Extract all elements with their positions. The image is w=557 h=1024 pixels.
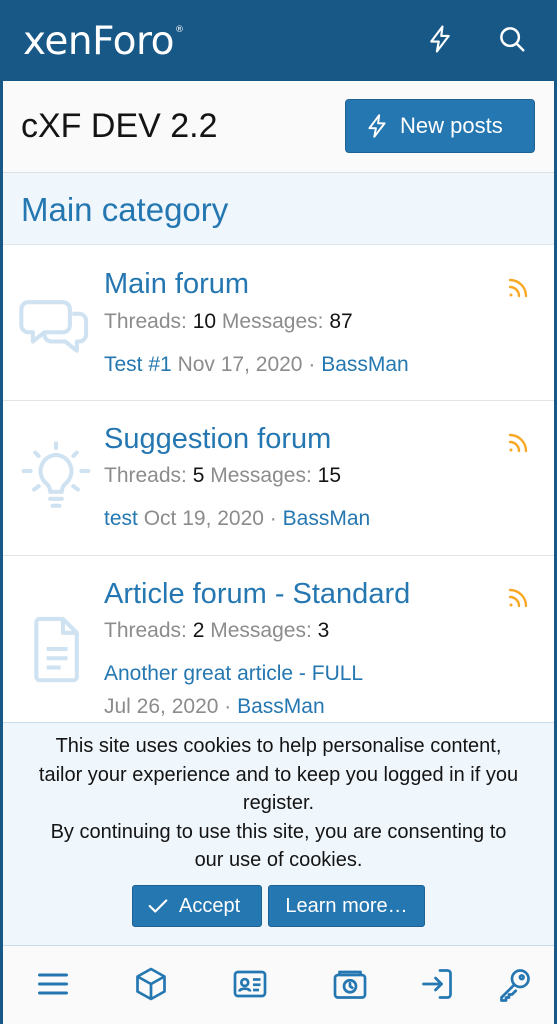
rss-icon[interactable] <box>506 276 530 300</box>
site-header: xenForo® <box>3 0 554 81</box>
forum-latest-meta: Jul 26, 2020 · BassMan <box>104 695 325 718</box>
cookie-text-line: tailor your experience and to keep you l… <box>38 763 519 786</box>
forum-title[interactable]: Article forum - Standard <box>104 578 410 611</box>
lightbulb-icon <box>19 441 93 515</box>
latest-thread-link[interactable]: Another great article - FULL <box>104 662 363 685</box>
media-icon[interactable] <box>332 966 368 1002</box>
chat-bubbles-icon <box>19 286 93 360</box>
cookie-notice: This site uses cookies to help personali… <box>3 722 554 946</box>
forum-node-article: Article forum - Standard Threads: 2 Mess… <box>3 556 554 722</box>
latest-date: Oct 19, 2020 <box>143 507 264 530</box>
latest-user-link[interactable]: BassMan <box>321 353 409 376</box>
latest-date: Nov 17, 2020 <box>177 353 303 376</box>
new-posts-button[interactable]: New posts <box>345 99 535 153</box>
forum-title[interactable]: Suggestion forum <box>104 423 331 456</box>
forum-node-suggestion: Suggestion forum Threads: 5 Messages: 15… <box>3 401 554 556</box>
key-icon[interactable] <box>497 966 533 1002</box>
new-posts-label: New posts <box>400 113 503 138</box>
forum-node-main: Main forum Threads: 10 Messages: 87 Test… <box>3 246 554 401</box>
cookie-text-line: This site uses cookies to help personali… <box>55 735 502 757</box>
bottom-navigation <box>3 946 554 1024</box>
latest-thread-link[interactable]: test <box>104 507 138 530</box>
forum-latest-post: Test #1 Nov 17, 2020 · BassMan <box>104 353 409 376</box>
forum-title[interactable]: Main forum <box>104 268 249 301</box>
menu-icon[interactable] <box>35 966 71 1002</box>
latest-thread-link[interactable]: Test #1 <box>104 353 172 376</box>
cookie-text-line: our use of cookies. <box>194 849 363 871</box>
checkmark-icon <box>148 899 168 913</box>
category-header: Main category <box>3 173 554 245</box>
forum-stats: Threads: 10 Messages: 87 <box>104 310 353 333</box>
search-icon[interactable] <box>497 24 527 54</box>
forum-latest-post: Another great article - FULL <box>104 662 363 686</box>
accept-cookies-button[interactable]: Accept <box>132 885 262 927</box>
page-titlebar: cXF DEV 2.2 New posts <box>3 81 554 173</box>
login-icon[interactable] <box>419 966 455 1002</box>
learn-more-label: Learn more… <box>285 894 408 917</box>
site-logo[interactable]: xenForo® <box>23 19 184 64</box>
cookie-text-line: By continuing to use this site, you are … <box>50 820 507 843</box>
cookie-text-line: register. <box>242 792 315 814</box>
rss-icon[interactable] <box>506 431 530 455</box>
latest-date: Jul 26, 2020 <box>104 695 219 718</box>
category-title[interactable]: Main category <box>21 191 228 229</box>
forum-stats: Threads: 2 Messages: 3 <box>104 619 330 642</box>
learn-more-button[interactable]: Learn more… <box>268 885 425 927</box>
document-icon <box>19 612 93 686</box>
app-frame: xenForo® cXF DEV 2.2 New posts Main cate… <box>0 0 557 1024</box>
accept-label: Accept <box>179 894 241 917</box>
rss-icon[interactable] <box>506 586 530 610</box>
bolt-icon <box>368 114 386 138</box>
latest-user-link[interactable]: BassMan <box>283 507 371 530</box>
forum-stats: Threads: 5 Messages: 15 <box>104 464 341 487</box>
id-card-icon[interactable] <box>232 966 268 1002</box>
latest-user-link[interactable]: BassMan <box>237 695 325 718</box>
page-title: cXF DEV 2.2 <box>21 107 218 145</box>
whats-new-bolt-icon[interactable] <box>425 24 455 54</box>
cube-icon[interactable] <box>133 966 169 1002</box>
cookie-buttons: Accept Learn more… <box>3 885 554 927</box>
forum-latest-post: test Oct 19, 2020 · BassMan <box>104 507 371 530</box>
